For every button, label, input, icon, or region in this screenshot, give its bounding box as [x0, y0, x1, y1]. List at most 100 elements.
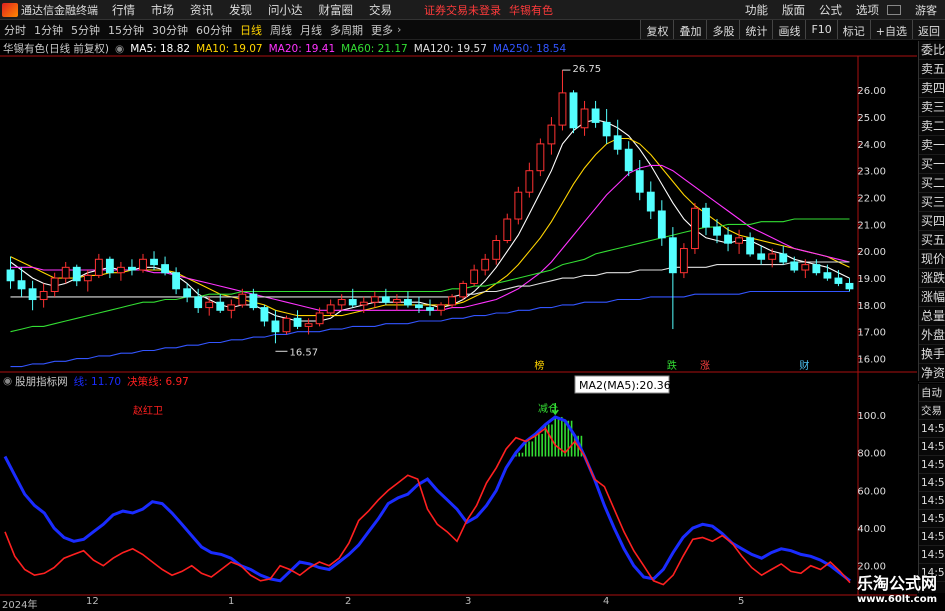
side2-item[interactable]: 交易	[919, 402, 945, 420]
side-item[interactable]: 涨幅	[919, 288, 945, 307]
side2-item: 14:56	[919, 492, 945, 510]
side-item[interactable]: 涨跌	[919, 269, 945, 288]
candle	[72, 264, 81, 287]
event-marker: 榜	[534, 359, 544, 372]
candle-body	[635, 170, 644, 193]
side-item[interactable]: 买三	[919, 193, 945, 212]
candle-body	[470, 269, 479, 284]
candle	[139, 253, 147, 273]
candle-body	[668, 237, 677, 274]
candle-body	[227, 304, 236, 311]
side-item[interactable]: 现价	[919, 250, 945, 269]
indicator-tick-label: 100.0	[857, 411, 886, 422]
candle-body	[105, 258, 114, 274]
candle	[845, 278, 854, 292]
side-item[interactable]: 总量	[919, 307, 945, 326]
side-item[interactable]: 卖三	[919, 98, 945, 117]
event-marker: 涨	[700, 360, 710, 372]
candle	[525, 162, 534, 198]
candle	[613, 119, 622, 155]
side-item[interactable]: 买四	[919, 212, 945, 231]
candle-body	[746, 237, 755, 255]
candle-body	[735, 237, 744, 244]
candle-body	[94, 258, 103, 276]
candle-body	[613, 135, 622, 150]
price-tick-label: 26.00	[857, 86, 886, 97]
indicator-tick-label: 60.00	[857, 486, 886, 497]
indicator-tick-label: 80.00	[857, 449, 886, 460]
candle	[834, 270, 843, 287]
candle-body	[139, 258, 147, 271]
time-label: 5	[738, 596, 745, 607]
candle	[326, 299, 335, 316]
candle-body	[437, 304, 445, 311]
candle-body	[757, 253, 766, 260]
candle	[293, 310, 302, 330]
price-tick-label: 21.00	[857, 220, 886, 231]
candle	[580, 100, 589, 136]
candle-body	[83, 274, 92, 282]
candle	[94, 253, 103, 279]
candle-body	[514, 191, 523, 220]
candle-body	[260, 307, 269, 322]
candle-body	[448, 296, 457, 306]
side-item[interactable]: 卖五	[919, 60, 945, 79]
ma-line-ma10	[10, 137, 850, 317]
candle	[172, 267, 181, 295]
side-item[interactable]: 卖二	[919, 117, 945, 136]
candle	[227, 299, 236, 319]
candle-body	[569, 92, 578, 129]
candle-body	[724, 234, 732, 244]
side-item[interactable]: 卖四	[919, 79, 945, 98]
candle-body	[426, 307, 434, 311]
candle	[205, 296, 214, 316]
candle-body	[293, 317, 302, 327]
side-item[interactable]: 外盘	[919, 326, 945, 345]
candle	[702, 202, 710, 236]
side-item[interactable]: 换手	[919, 345, 945, 364]
candle-body	[337, 299, 346, 306]
high-price-label: 26.75	[572, 64, 601, 75]
signal-label: 减仓	[538, 402, 558, 415]
order-book-panel: 委比 卖五 卖四 卖三 卖二 卖一 买一 买二 买三 买四 买五 现价 涨跌 涨…	[918, 41, 945, 383]
candle-body	[525, 170, 534, 193]
candle-body	[823, 272, 832, 279]
indicator-line-blue	[3, 415, 851, 583]
side-item[interactable]: 卖一	[919, 136, 945, 155]
candle-body	[194, 296, 203, 309]
candle-body	[415, 304, 423, 309]
candle	[83, 270, 92, 292]
candle	[547, 117, 556, 155]
candle	[691, 202, 699, 254]
candle-body	[591, 108, 600, 123]
candle	[61, 261, 70, 284]
candle-body	[679, 248, 688, 274]
side-item[interactable]: 买二	[919, 174, 945, 193]
candle	[282, 315, 291, 335]
candle	[503, 213, 512, 244]
candle-body	[161, 264, 169, 274]
indicator-tooltip: MA2(MA5):20.36	[579, 379, 671, 392]
candle-body	[459, 282, 468, 298]
candle-body	[691, 207, 699, 250]
side-item[interactable]: 净资	[919, 364, 945, 383]
side-item[interactable]: 委比	[919, 41, 945, 60]
main-chart-svg[interactable]: 26.00 25.00 24.00 23.00 22.00 21.00 20.00 19.00…	[0, 0, 945, 609]
candle-body	[845, 282, 854, 290]
candle	[679, 243, 688, 279]
candle	[558, 70, 567, 131]
price-tick-label: 23.00	[857, 167, 886, 178]
candle	[459, 280, 468, 300]
candle	[757, 245, 766, 265]
side-item[interactable]: 买一	[919, 155, 945, 174]
side2-item: 14:56	[919, 528, 945, 546]
candle	[6, 256, 15, 289]
candle	[591, 100, 600, 128]
side2-item[interactable]: 自动	[919, 384, 945, 402]
candle	[161, 256, 169, 276]
candle	[668, 227, 677, 330]
side2-item: 14:56	[919, 456, 945, 474]
side-item[interactable]: 买五	[919, 231, 945, 250]
candle-body	[326, 304, 335, 314]
candle-body	[392, 299, 401, 303]
